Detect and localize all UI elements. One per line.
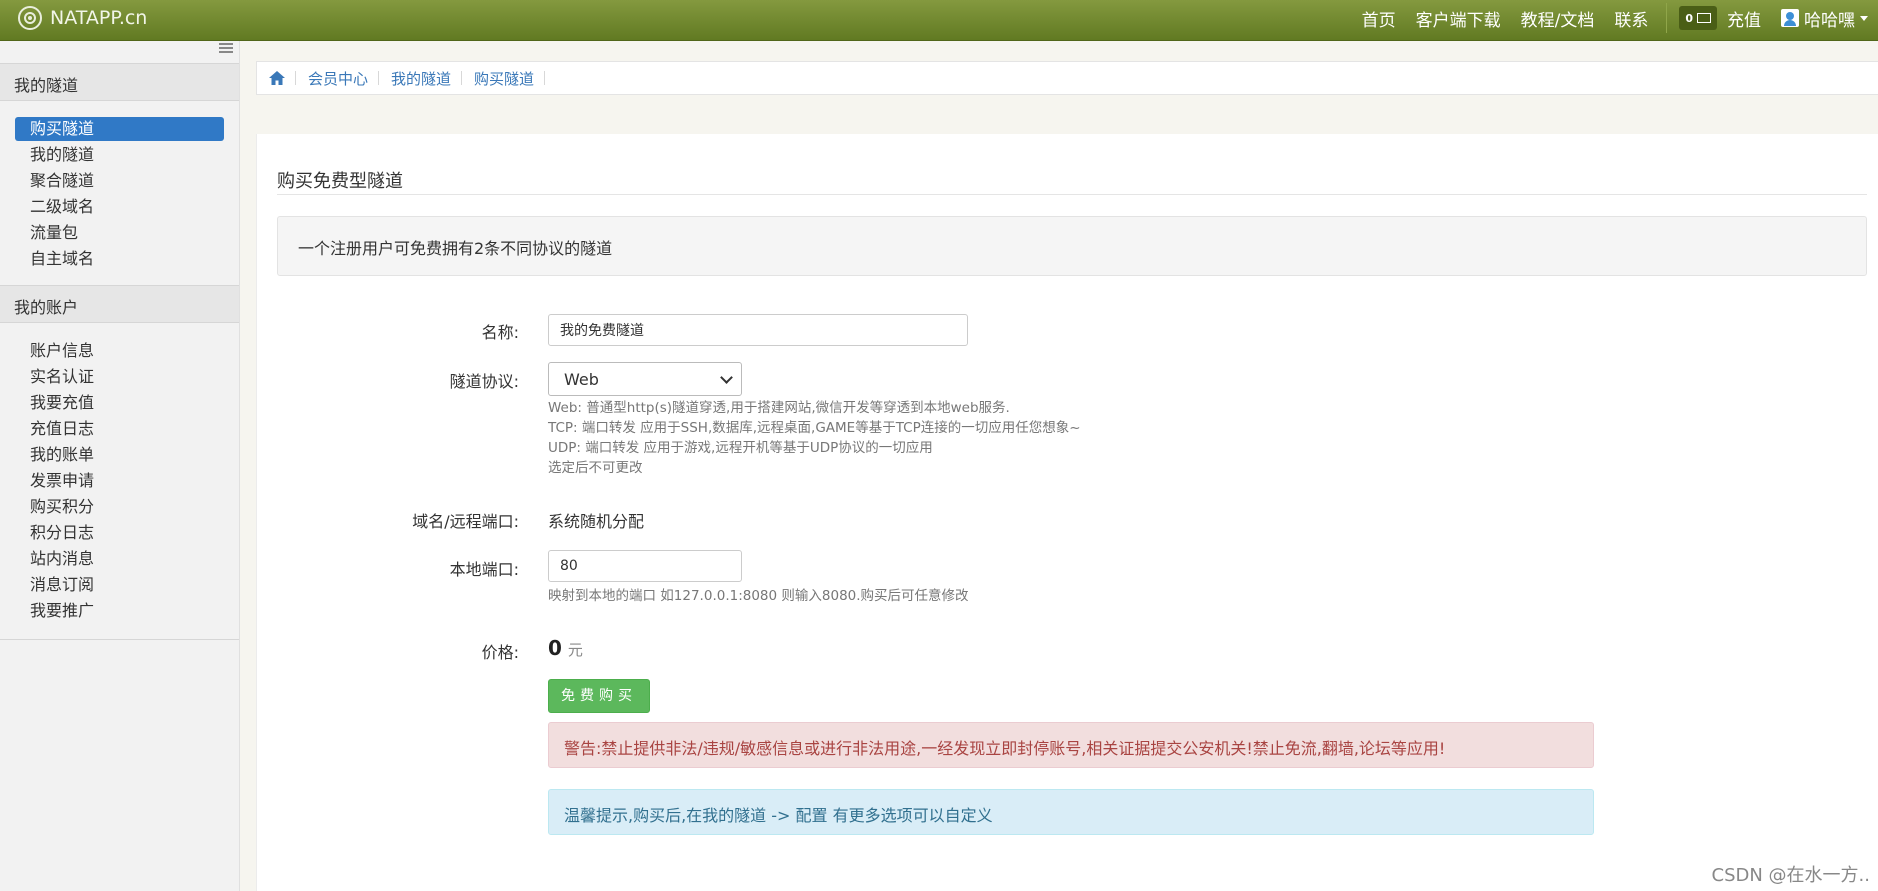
local-port-label: 本地端口: [449,560,519,579]
nav-divider [1666,3,1668,33]
tip-text: 温馨提示,购买后,在我的隧道 -> 配置 有更多选项可以自定义 [564,806,993,825]
sidebar-divider [0,639,239,640]
breadcrumb: 会员中心 我的隧道 购买隧道 [256,61,1878,95]
sidebar-item-site-messages[interactable]: 站内消息 [15,547,224,571]
breadcrumb-divider [544,71,546,85]
chevron-down-icon [720,371,733,384]
sidebar-item-bills[interactable]: 我的账单 [15,443,224,467]
domain-port-value: 系统随机分配 [548,512,645,531]
free-buy-button[interactable]: 免费购买 [548,679,650,713]
page-title: 购买免费型隧道 [277,171,403,192]
protocol-label: 隧道协议: [449,372,519,391]
title-divider [277,194,1867,195]
top-navbar: NATAPP.cn 首页 客户端下载 教程/文档 联系 0 充值 哈哈嘿 [0,0,1878,41]
sidebar: 我的隧道 购买隧道 我的隧道 聚合隧道 二级域名 流量包 自主域名 我的账户 账… [0,41,240,891]
free-quota-notice: 一个注册用户可免费拥有2条不同协议的隧道 [277,216,1867,276]
name-label: 名称: [481,323,519,342]
sidebar-collapse-icon[interactable] [219,41,233,53]
main-content: 会员中心 我的隧道 购买隧道 购买免费型隧道 一个注册用户可免费拥有2条不同协议… [240,41,1878,891]
sidebar-item-aggregate-tunnels[interactable]: 聚合隧道 [15,169,224,193]
brand[interactable]: NATAPP.cn [18,2,147,34]
nav-docs[interactable]: 教程/文档 [1521,6,1595,31]
sidebar-item-traffic-pack[interactable]: 流量包 [15,221,224,245]
warning-alert: 警告:禁止提供非法/违规/敏感信息或进行非法用途,一经发现立即封停账号,相关证据… [548,722,1594,768]
tunnel-name-input[interactable] [548,314,968,346]
sidebar-item-my-tunnels[interactable]: 我的隧道 [15,143,224,167]
breadcrumb-divider [378,71,380,85]
sidebar-item-invoice[interactable]: 发票申请 [15,469,224,493]
breadcrumb-divider [295,71,296,85]
domain-port-label: 域名/远程端口: [412,512,519,531]
sidebar-item-subscriptions[interactable]: 消息订阅 [15,573,224,597]
sidebar-item-points-log[interactable]: 积分日志 [15,521,224,545]
nav-recharge[interactable]: 充值 [1727,6,1761,31]
buy-tunnel-panel: 购买免费型隧道 一个注册用户可免费拥有2条不同协议的隧道 名称: 隧道协议: W… [256,134,1878,891]
top-nav-links: 首页 客户端下载 教程/文档 联系 0 充值 哈哈嘿 [1342,0,1878,36]
sidebar-item-recharge[interactable]: 我要充值 [15,391,224,415]
sidebar-item-subdomains[interactable]: 二级域名 [15,195,224,219]
sidebar-item-account-info[interactable]: 账户信息 [15,339,224,363]
breadcrumb-my-tunnels[interactable]: 我的隧道 [391,68,451,89]
sidebar-item-buy-tunnel[interactable]: 购买隧道 [15,117,224,141]
sidebar-item-custom-domain[interactable]: 自主域名 [15,247,224,271]
messages-button[interactable]: 0 [1679,6,1717,30]
sidebar-item-referral[interactable]: 我要推广 [15,599,224,623]
nav-home[interactable]: 首页 [1362,6,1396,31]
sidebar-section-account: 我的账户 [0,285,239,323]
notice-text: 一个注册用户可免费拥有2条不同协议的隧道 [298,239,613,258]
breadcrumb-buy-tunnel[interactable]: 购买隧道 [474,68,534,89]
protocol-help-tcp: TCP: 端口转发 应用于SSH,数据库,远程桌面,GAME等基于TCP连接的一… [548,420,1081,436]
user-avatar-icon [1781,9,1799,27]
brand-name: NATAPP.cn [50,7,148,29]
price-display: 0元 [548,636,583,660]
price-value: 0 [548,636,562,660]
sidebar-item-buy-points[interactable]: 购买积分 [15,495,224,519]
sidebar-item-verification[interactable]: 实名认证 [15,365,224,389]
sidebar-section-label: 我的隧道 [14,76,79,95]
price-unit: 元 [567,641,583,659]
envelope-icon [1697,13,1711,23]
local-port-input[interactable] [548,550,742,582]
nav-client-download[interactable]: 客户端下载 [1416,6,1501,31]
sidebar-section-tunnels: 我的隧道 [0,63,239,101]
user-name: 哈哈嘿 [1804,10,1855,31]
user-menu[interactable]: 哈哈嘿 [1781,6,1868,31]
protocol-select[interactable]: Web [548,362,742,396]
price-label: 价格: [481,643,519,662]
nav-contact[interactable]: 联系 [1614,6,1648,31]
sidebar-item-recharge-log[interactable]: 充值日志 [15,417,224,441]
warning-text: 警告:禁止提供非法/违规/敏感信息或进行非法用途,一经发现立即封停账号,相关证据… [564,739,1446,758]
sidebar-section-label: 我的账户 [14,298,79,317]
home-icon[interactable] [269,71,285,85]
protocol-help-web: Web: 普通型http(s)隧道穿透,用于搭建网站,微信开发等穿透到本地web… [548,400,1010,416]
protocol-help-immutable: 选定后不可更改 [548,460,643,476]
protocol-selected-value: Web [564,370,599,389]
tip-alert: 温馨提示,购买后,在我的隧道 -> 配置 有更多选项可以自定义 [548,789,1594,835]
caret-down-icon [1860,15,1868,21]
message-count-badge: 0 [1685,11,1693,25]
natapp-logo-icon [18,6,42,30]
breadcrumb-member-center[interactable]: 会员中心 [308,68,368,89]
local-port-help: 映射到本地的端口 如127.0.0.1:8080 则输入8080.购买后可任意修… [548,588,969,604]
protocol-help-udp: UDP: 端口转发 应用于游戏,远程开机等基于UDP协议的一切应用 [548,440,933,456]
breadcrumb-divider [461,71,463,85]
csdn-watermark: CSDN @在水一方.. [1711,865,1870,886]
